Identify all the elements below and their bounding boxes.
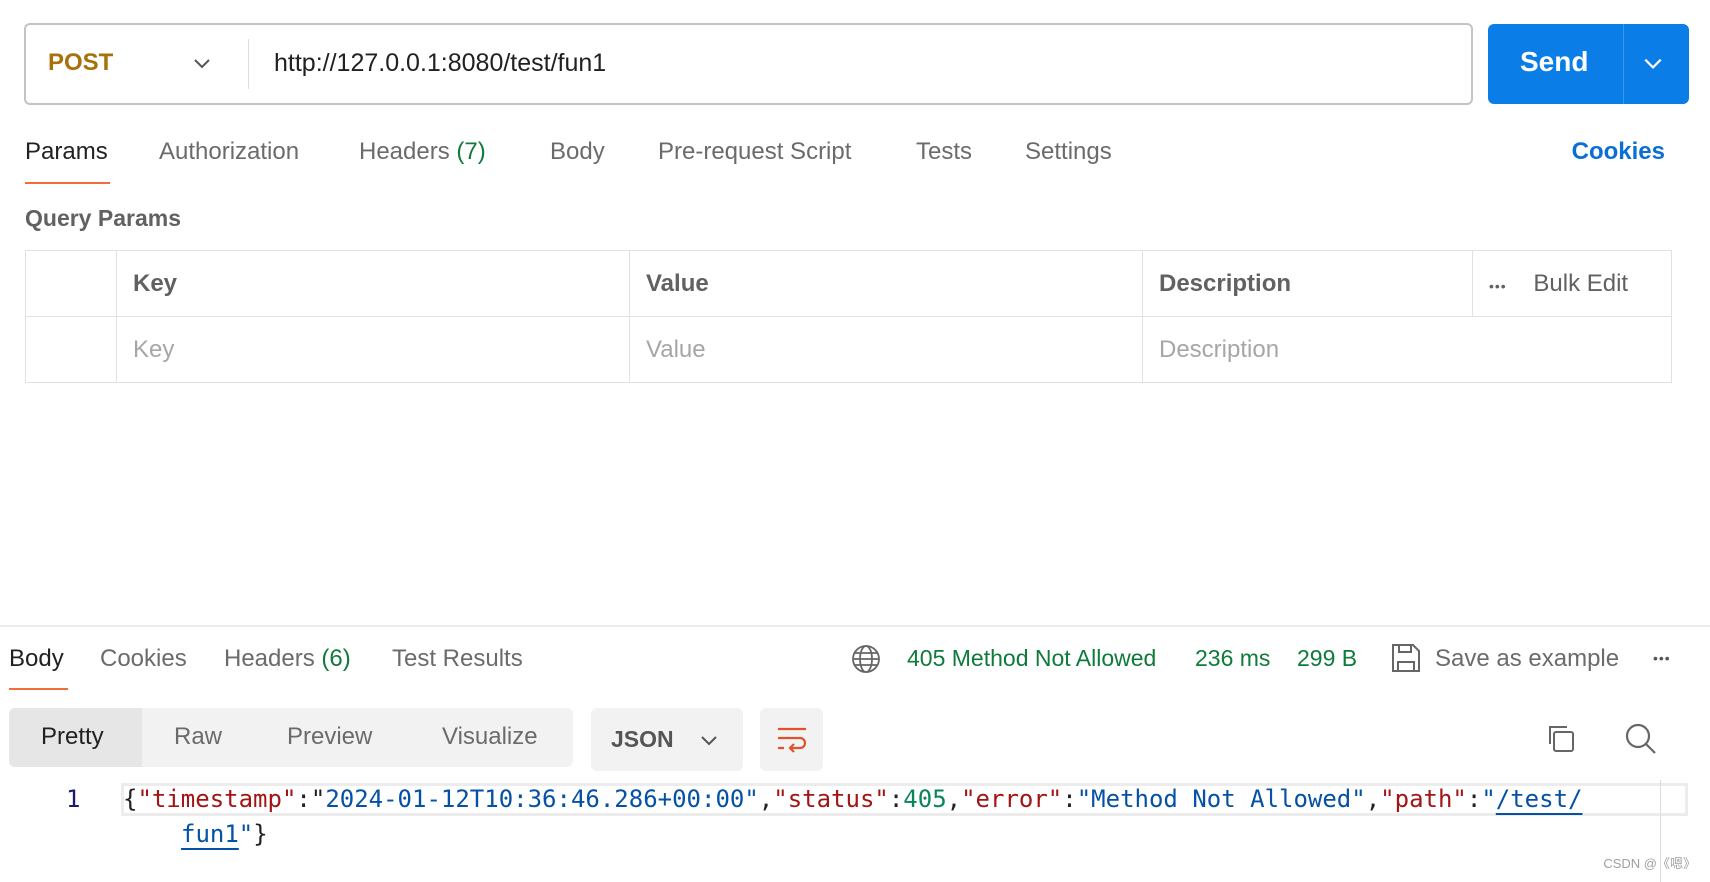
divider xyxy=(248,39,249,89)
column-description: Description xyxy=(1142,250,1473,317)
tab-pre-request-script[interactable]: Pre-request Script xyxy=(658,138,851,166)
column-key: Key xyxy=(116,250,630,317)
tab-tests[interactable]: Tests xyxy=(916,138,972,166)
tab-headers[interactable]: Headers (7) xyxy=(359,138,486,166)
tab-authorization[interactable]: Authorization xyxy=(159,138,299,166)
tab-label: Headers xyxy=(224,645,315,672)
globe-icon[interactable] xyxy=(851,644,881,674)
view-raw[interactable]: Raw xyxy=(174,723,222,751)
view-pretty[interactable]: Pretty xyxy=(41,723,104,751)
chevron-down-icon[interactable] xyxy=(192,53,212,73)
table-header-row: Key Value Description ••• Bulk Edit xyxy=(25,250,1672,317)
search-icon[interactable] xyxy=(1624,722,1658,756)
json-key: "error" xyxy=(961,785,1063,813)
json-value-status: 405 xyxy=(903,785,947,813)
view-visualize[interactable]: Visualize xyxy=(442,723,538,751)
response-tab-cookies[interactable]: Cookies xyxy=(100,645,187,673)
active-tab-underline xyxy=(25,182,110,184)
tab-body[interactable]: Body xyxy=(550,138,605,166)
json-key: "path" xyxy=(1380,785,1467,813)
json-value-error: Method Not Allowed xyxy=(1091,785,1352,813)
cookies-link[interactable]: Cookies xyxy=(1572,138,1665,166)
more-icon[interactable]: ••• xyxy=(1489,278,1507,294)
wrap-icon xyxy=(778,727,807,753)
view-preview[interactable]: Preview xyxy=(287,723,372,751)
description-input[interactable]: Description xyxy=(1142,316,1672,383)
bulk-edit-button[interactable]: Bulk Edit xyxy=(1533,270,1628,297)
active-tab-underline xyxy=(9,688,68,690)
chevron-down-icon[interactable] xyxy=(1642,52,1664,74)
tab-params[interactable]: Params xyxy=(25,138,108,166)
response-tab-test-results[interactable]: Test Results xyxy=(392,645,523,673)
status-code[interactable]: 405 Method Not Allowed xyxy=(907,645,1156,672)
response-tab-headers[interactable]: Headers (6) xyxy=(224,645,351,673)
pane-divider[interactable] xyxy=(0,625,1710,627)
method-select[interactable]: POST xyxy=(48,49,113,77)
format-dropdown[interactable]: JSON xyxy=(591,708,743,771)
json-value-path-link[interactable]: fun1 xyxy=(181,820,239,848)
column-value: Value xyxy=(629,250,1143,317)
query-params-title: Query Params xyxy=(25,205,181,231)
response-tab-body[interactable]: Body xyxy=(9,645,64,673)
json-key: "status" xyxy=(773,785,889,813)
divider xyxy=(1623,24,1624,104)
query-params-table: Key Value Description ••• Bulk Edit Key … xyxy=(25,250,1672,383)
json-key: "timestamp" xyxy=(137,785,297,813)
response-body[interactable]: {"timestamp":"2024-01-12T10:36:46.286+00… xyxy=(123,785,1582,813)
table-row: Key Value Description xyxy=(25,316,1672,383)
view-mode-selector: Pretty Raw Preview Visualize xyxy=(9,708,573,767)
more-options-icon[interactable]: ••• xyxy=(1653,650,1671,666)
response-body-wrapped: fun1"} xyxy=(181,820,268,848)
save-icon[interactable] xyxy=(1391,643,1421,673)
checkbox-column xyxy=(25,250,117,317)
url-bar: POST http://127.0.0.1:8080/test/fun1 xyxy=(24,23,1473,105)
row-checkbox xyxy=(25,316,117,383)
copy-icon[interactable] xyxy=(1545,722,1577,754)
json-value-path-link[interactable]: /test/ xyxy=(1496,785,1583,813)
headers-count: (7) xyxy=(456,138,486,165)
watermark: CSDN @《嗯》 xyxy=(1603,856,1696,871)
send-button[interactable]: Send xyxy=(1488,24,1689,104)
tab-settings[interactable]: Settings xyxy=(1025,138,1112,166)
chevron-down-icon xyxy=(701,736,717,746)
headers-count: (6) xyxy=(321,645,351,672)
save-as-example-button[interactable]: Save as example xyxy=(1435,645,1619,673)
value-input[interactable]: Value xyxy=(629,316,1143,383)
tab-label: Headers xyxy=(359,138,450,165)
wrap-lines-button[interactable] xyxy=(760,708,823,771)
format-label: JSON xyxy=(611,726,674,752)
send-label: Send xyxy=(1520,46,1589,77)
response-size[interactable]: 299 B xyxy=(1297,645,1357,672)
url-input[interactable]: http://127.0.0.1:8080/test/fun1 xyxy=(274,49,606,78)
line-number: 1 xyxy=(66,785,81,813)
response-time[interactable]: 236 ms xyxy=(1195,645,1270,672)
key-input[interactable]: Key xyxy=(116,316,630,383)
json-value-timestamp: 2024-01-12T10:36:46.286+00:00 xyxy=(325,785,745,813)
